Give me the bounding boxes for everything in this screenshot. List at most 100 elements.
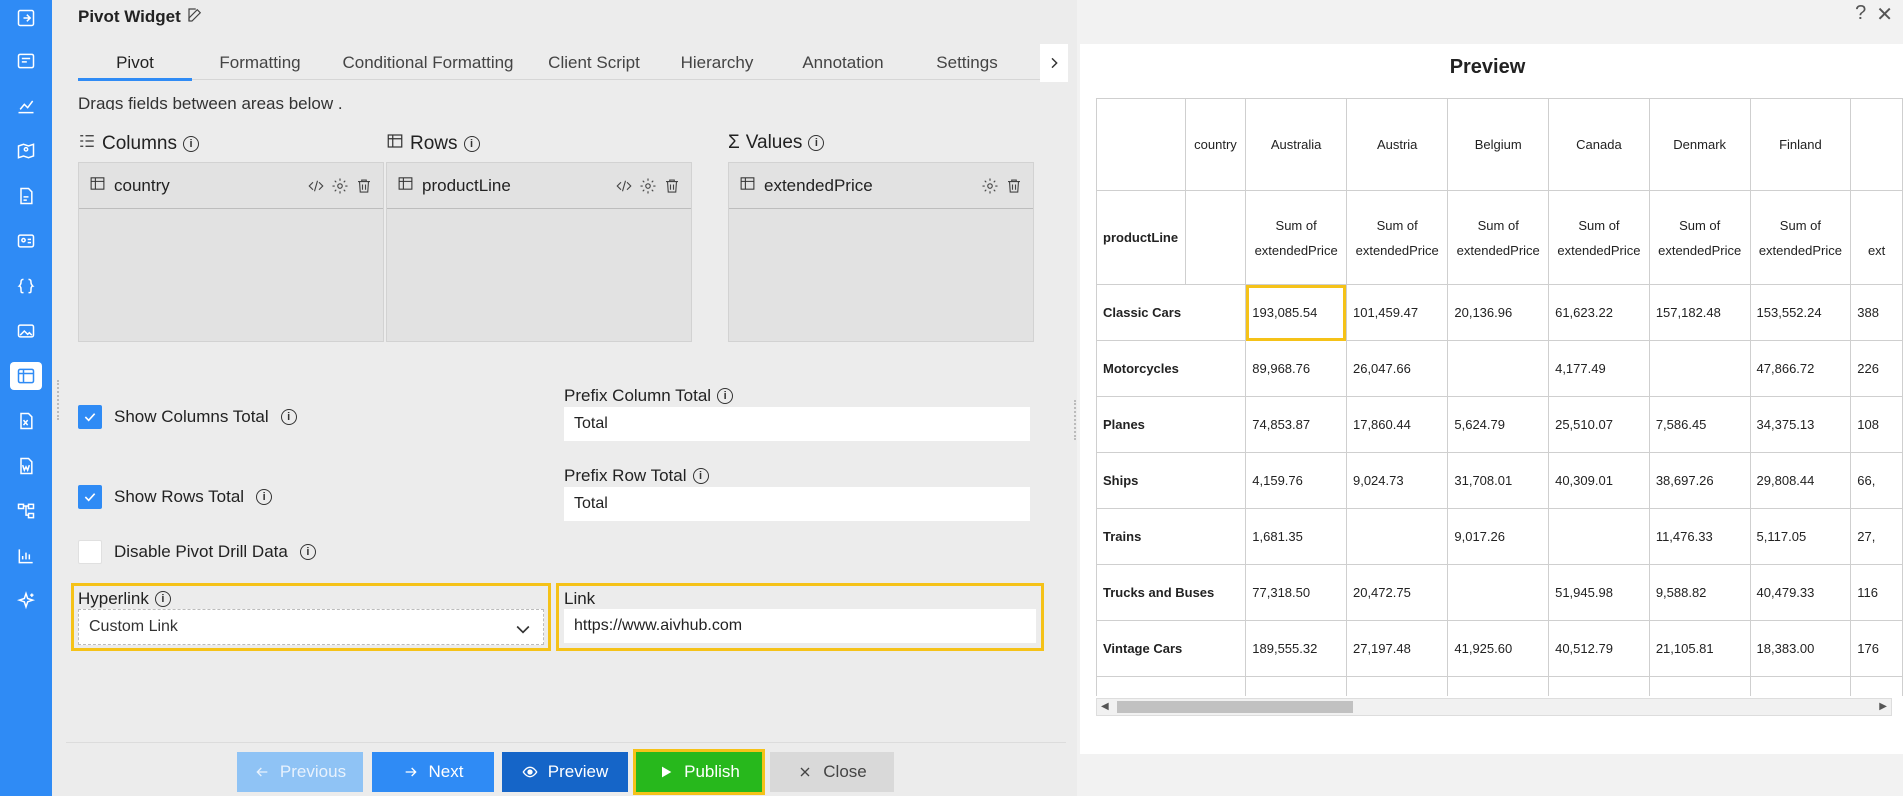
prefix-row-total-input[interactable]: Total	[564, 487, 1030, 521]
preview-horizontal-scrollbar[interactable]: ◀ ▶	[1096, 698, 1892, 716]
value-cell[interactable]: 101,459.47	[1345, 284, 1449, 341]
trash-icon[interactable]	[1005, 177, 1023, 200]
sidebar-ai-icon[interactable]	[10, 587, 42, 615]
scroll-left-arrow-icon[interactable]: ◀	[1101, 701, 1109, 712]
previous-button[interactable]: Previous	[237, 752, 363, 792]
value-cell[interactable]: 189,555.32	[1245, 620, 1347, 677]
scroll-right-arrow-icon[interactable]: ▶	[1879, 701, 1887, 712]
rows-field-item[interactable]: productLine	[387, 163, 691, 209]
next-button[interactable]: Next	[372, 752, 494, 792]
sidebar-pivot-icon[interactable]	[10, 362, 42, 390]
trash-icon[interactable]	[663, 177, 681, 200]
value-cell[interactable]: 29,808.44	[1749, 452, 1852, 509]
row-label[interactable]: Planes	[1096, 396, 1247, 453]
preview-button[interactable]: Preview	[502, 752, 628, 792]
disable-drill-checkbox[interactable]	[78, 540, 102, 564]
value-cell[interactable]: 26,047.66	[1345, 340, 1449, 397]
value-cell[interactable]: 11,476.33	[1648, 508, 1751, 565]
value-cell[interactable]: 157,182.48	[1648, 284, 1751, 341]
value-cell-partial[interactable]: 176	[1850, 620, 1903, 677]
value-cell-partial[interactable]: 27,	[1850, 508, 1903, 565]
total-cell[interactable]: 108,412.62	[1447, 676, 1550, 696]
sidebar-analytics-icon[interactable]	[10, 542, 42, 570]
value-cell[interactable]: 17,860.44	[1345, 396, 1449, 453]
value-cell[interactable]: 20,136.96	[1447, 284, 1550, 341]
info-icon[interactable]: i	[692, 468, 709, 484]
value-cell[interactable]: 1,681.35	[1245, 508, 1347, 565]
row-label[interactable]: Motorcycles	[1096, 340, 1247, 397]
value-cell[interactable]: 153,552.24	[1749, 284, 1852, 341]
value-cell[interactable]: 38,697.26	[1648, 452, 1751, 509]
value-cell[interactable]: 4,159.76	[1245, 452, 1347, 509]
value-cell[interactable]: 9,588.82	[1648, 564, 1751, 621]
columns-drop-area[interactable]: country	[78, 162, 384, 342]
publish-button[interactable]: Publish	[636, 752, 762, 792]
sidebar-code-icon[interactable]	[10, 272, 42, 300]
rows-info-icon[interactable]: i	[463, 136, 480, 152]
columns-info-icon[interactable]: i	[182, 136, 199, 152]
value-cell[interactable]	[1447, 340, 1550, 397]
close-button[interactable]: Close	[770, 752, 894, 792]
sidebar-word-icon[interactable]	[10, 452, 42, 480]
value-cell[interactable]: 4,177.49	[1548, 340, 1650, 397]
value-cell[interactable]: 74,853.87	[1245, 396, 1347, 453]
value-cell[interactable]	[1548, 508, 1650, 565]
window-close-icon[interactable]: ✕	[1876, 2, 1893, 27]
values-field-item[interactable]: extendedPrice	[729, 163, 1033, 209]
info-icon[interactable]: i	[299, 544, 316, 560]
columns-field-item[interactable]: country	[79, 163, 383, 209]
scrollbar-thumb[interactable]	[1117, 701, 1353, 713]
value-cell[interactable]: 40,512.79	[1548, 620, 1650, 677]
sidebar-excel-icon[interactable]	[10, 407, 42, 435]
value-cell[interactable]: 21,105.81	[1648, 620, 1751, 677]
show-columns-total-checkbox[interactable]	[78, 405, 102, 429]
tab-annotation[interactable]: Annotation	[778, 46, 908, 80]
info-icon[interactable]: i	[256, 489, 273, 505]
value-cell[interactable]	[1447, 564, 1550, 621]
row-label[interactable]: Classic Cars	[1096, 284, 1247, 341]
prefix-column-total-input[interactable]: Total	[564, 407, 1030, 441]
row-label[interactable]: Trucks and Buses	[1096, 564, 1247, 621]
value-cell[interactable]: 61,623.22	[1548, 284, 1650, 341]
total-cell-partial[interactable]: 1,1	[1850, 676, 1903, 696]
value-cell[interactable]: 27,197.48	[1345, 620, 1449, 677]
sidebar-login-icon[interactable]	[10, 4, 42, 32]
value-cell-partial[interactable]: 388	[1850, 284, 1903, 341]
code-icon[interactable]	[615, 177, 633, 200]
total-cell[interactable]: 630,623.10	[1245, 676, 1347, 696]
value-cell[interactable]	[1648, 340, 1751, 397]
values-info-icon[interactable]: i	[808, 135, 825, 151]
sidebar-hierarchy-icon[interactable]	[10, 497, 42, 525]
value-cell[interactable]: 51,945.98	[1548, 564, 1650, 621]
value-cell[interactable]: 40,309.01	[1548, 452, 1650, 509]
total-cell[interactable]: 329,581.91	[1749, 676, 1852, 696]
sidebar-dashboard-icon[interactable]	[10, 47, 42, 75]
info-icon[interactable]: i	[154, 591, 171, 607]
value-cell[interactable]: 31,708.01	[1447, 452, 1550, 509]
edit-title-icon[interactable]	[186, 6, 206, 26]
value-cell[interactable]: 25,510.07	[1548, 396, 1650, 453]
tab-client-script[interactable]: Client Script	[532, 46, 656, 80]
total-cell[interactable]: 245,637.15	[1648, 676, 1751, 696]
value-cell[interactable]: 9,024.73	[1345, 452, 1449, 509]
hyperlink-select[interactable]: Custom Link	[78, 609, 544, 645]
value-cell[interactable]: 47,866.72	[1749, 340, 1852, 397]
gear-icon[interactable]	[639, 177, 657, 200]
sidebar-chart-icon[interactable]	[10, 92, 42, 120]
value-cell[interactable]: 20,472.75	[1345, 564, 1449, 621]
row-label[interactable]: Vintage Cars	[1096, 620, 1247, 677]
tab-hierarchy[interactable]: Hierarchy	[660, 46, 774, 80]
value-cell[interactable]: 40,479.33	[1749, 564, 1852, 621]
info-icon[interactable]: i	[717, 388, 734, 404]
gear-icon[interactable]	[981, 177, 999, 200]
value-cell[interactable]: 193,085.54	[1245, 284, 1347, 341]
info-icon[interactable]: i	[280, 409, 297, 425]
value-cell[interactable]: 41,925.60	[1447, 620, 1550, 677]
total-cell[interactable]: 224,078.56	[1548, 676, 1650, 696]
value-cell[interactable]: 89,968.76	[1245, 340, 1347, 397]
sidebar-map-icon[interactable]	[10, 137, 42, 165]
value-cell-partial[interactable]: 66,	[1850, 452, 1903, 509]
value-cell-partial[interactable]: 226	[1850, 340, 1903, 397]
row-label[interactable]: Ships	[1096, 452, 1247, 509]
link-input[interactable]: https://www.aivhub.com	[564, 609, 1036, 643]
